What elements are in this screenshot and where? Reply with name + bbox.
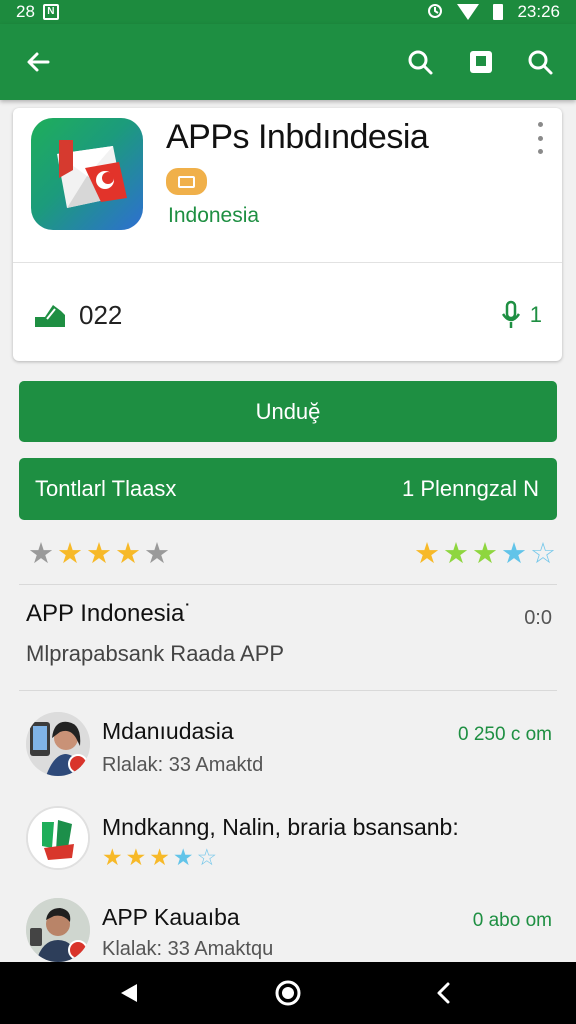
star-icon: ★ <box>443 538 469 570</box>
star-icon: ★ <box>149 844 170 870</box>
home-circle-icon <box>275 980 301 1006</box>
search-icon <box>528 50 553 75</box>
avatar <box>26 712 90 776</box>
review-item[interactable]: Mndkanng, Nalin, braria bsansanb: ★ ★ ★ … <box>0 800 576 880</box>
divider <box>19 690 557 691</box>
star-icon: ★ <box>414 538 440 570</box>
review-author: Mdanıudasia <box>102 718 234 744</box>
star-outline-icon: ☆ <box>196 844 218 870</box>
square-button[interactable] <box>459 40 503 84</box>
status-time: 23:26 <box>517 2 560 21</box>
alarm-icon <box>427 2 443 23</box>
star-icon: ★ <box>57 538 83 570</box>
star-outline-icon: ☆ <box>530 538 556 570</box>
install-button[interactable]: Unduḝ <box>19 381 557 442</box>
more-options-icon[interactable] <box>532 122 548 154</box>
chevron-left-icon <box>437 982 450 1004</box>
square-icon <box>470 51 492 73</box>
avatar <box>26 898 90 962</box>
notification-icon: N <box>42 4 59 20</box>
divider <box>19 584 557 585</box>
mic-stat: 1 <box>500 300 542 330</box>
review-subtitle: Klalak: 33 Amaktqu <box>102 938 274 960</box>
review-meta: 0 abo om <box>472 910 552 931</box>
star-icon: ★ <box>115 538 141 570</box>
wide-button-right-label: 1 Plenngzal N <box>402 476 539 501</box>
mic-count: 1 <box>529 302 542 327</box>
nav-back-button[interactable] <box>115 979 143 1007</box>
nav-home-button[interactable] <box>274 979 302 1007</box>
avatar-badge-icon <box>68 754 88 774</box>
review-stars: ★ ★ ★ ★ ☆ <box>102 846 217 869</box>
app-logo-icon[interactable] <box>31 118 143 230</box>
wide-button-left-label: Tontlarl Tlaasx <box>35 476 177 501</box>
star-icon: ★ <box>472 538 498 570</box>
review-meta: 0 250 c om <box>458 724 552 745</box>
avatar-badge-icon <box>68 940 88 960</box>
search-button-2[interactable] <box>518 40 562 84</box>
triangle-back-icon <box>121 984 137 1002</box>
review-item[interactable]: Mdanıudasia Rlalak: 33 Amaktd 0 250 c om <box>0 706 576 786</box>
battery-icon <box>493 4 504 20</box>
search-button[interactable] <box>398 40 442 84</box>
star-icon: ★ <box>172 844 194 870</box>
developer-link[interactable]: Indonesia <box>168 204 259 228</box>
app-detail-screen: 28 N 23:26 APPs Inbdındesia Indonesia 02… <box>0 0 576 1024</box>
section-title: APP Indonesia˙ <box>26 600 193 627</box>
review-author: APP Kauaıba <box>102 904 240 930</box>
review-subtitle: Rlalak: 33 Amaktd <box>102 754 264 776</box>
top-app-bar <box>0 24 576 100</box>
app-title: APPs Inbdındesia <box>166 118 429 156</box>
status-bar: 28 N 23:26 <box>0 0 576 24</box>
downloads-stat: 022 <box>33 300 122 331</box>
wifi-icon <box>457 4 480 20</box>
downloads-count: 022 <box>79 300 123 330</box>
section-subtitle: Mlprapabsank Raada APP <box>26 641 285 666</box>
microphone-icon <box>501 300 520 328</box>
rating-stars-left[interactable]: ★ ★ ★ ★ ★ <box>28 540 170 569</box>
star-icon: ★ <box>144 538 170 570</box>
status-left-text: 28 <box>16 2 35 21</box>
search-icon <box>408 50 433 75</box>
wide-action-button[interactable]: Tontlarl Tlaasx 1 Plenngzal N <box>19 458 557 520</box>
star-icon: ★ <box>28 538 54 570</box>
review-item[interactable]: APP Kauaıba Klalak: 33 Amaktqu 0 abo om <box>0 892 576 972</box>
nav-recents-button[interactable] <box>430 979 458 1007</box>
star-icon: ★ <box>86 538 112 570</box>
review-author: Mndkanng, Nalin, braria bsansanb: <box>102 814 459 840</box>
back-button[interactable] <box>16 40 60 84</box>
editors-choice-icon <box>166 168 207 195</box>
system-nav-bar <box>0 962 576 1024</box>
rating-stars-right[interactable]: ★ ★ ★ ★ ☆ <box>414 540 556 569</box>
section-meta: 0:0 <box>524 607 552 629</box>
app-info-card: APPs Inbdındesia Indonesia 022 1 <box>13 108 562 361</box>
star-icon: ★ <box>501 538 527 570</box>
arrow-back-icon <box>27 52 50 72</box>
thumb-icon <box>35 304 65 327</box>
star-icon: ★ <box>102 844 123 870</box>
avatar <box>26 806 90 870</box>
card-divider <box>13 262 562 263</box>
star-icon: ★ <box>125 844 147 870</box>
